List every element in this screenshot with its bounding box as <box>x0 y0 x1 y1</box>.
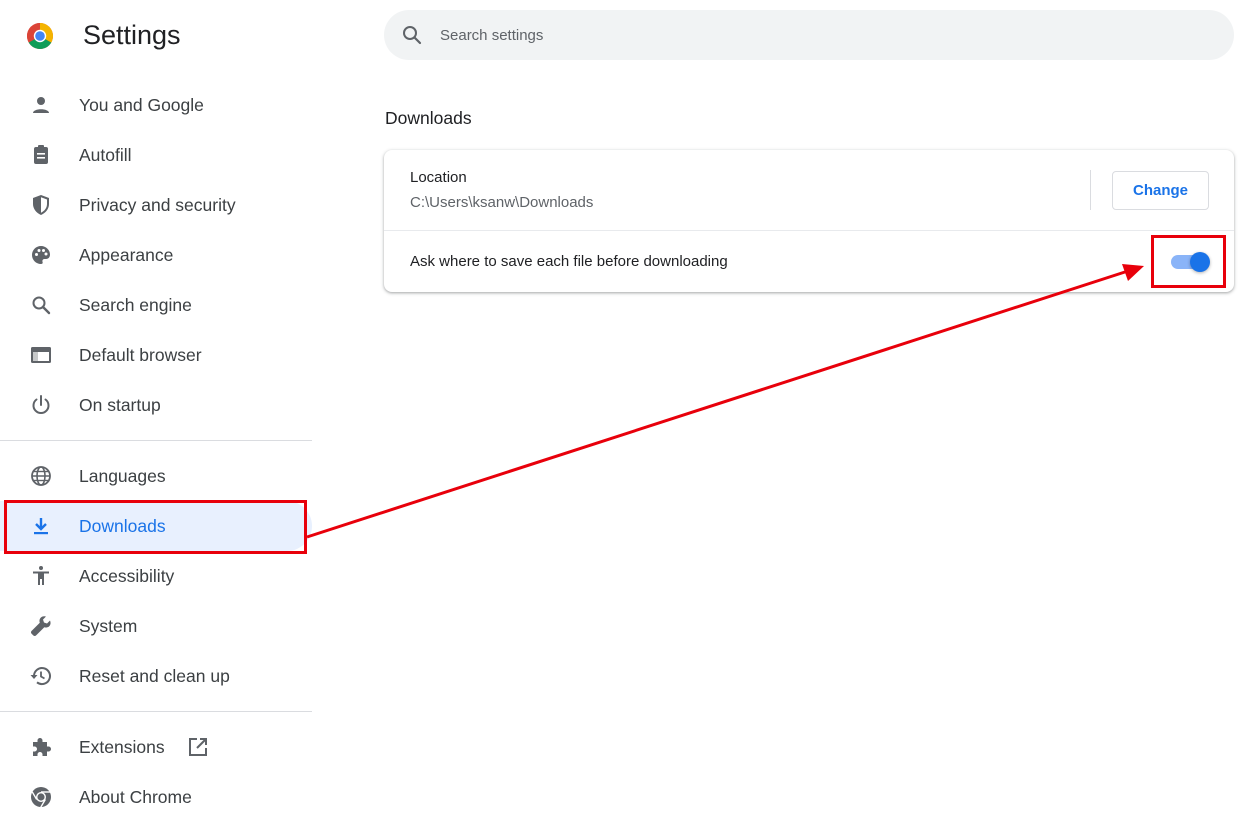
location-path: C:\Users\ksanw\Downloads <box>410 194 594 211</box>
history-icon <box>30 667 51 686</box>
power-icon <box>32 395 50 414</box>
sidebar-item-label: Downloads <box>79 516 166 536</box>
sidebar-item-languages[interactable]: Languages <box>0 451 312 501</box>
toggle-knob <box>1190 252 1210 272</box>
main-content: Downloads Location C:\Users\ksanw\Downlo… <box>384 100 1235 292</box>
download-icon <box>34 518 48 535</box>
sidebar-item-label: Languages <box>79 466 166 486</box>
sidebar-item-autofill[interactable]: Autofill <box>0 130 312 180</box>
chrome-logo-icon <box>26 23 54 50</box>
separator <box>1090 170 1091 210</box>
puzzle-icon <box>33 738 51 756</box>
globe-icon <box>31 466 51 486</box>
sidebar-item-system[interactable]: System <box>0 601 312 651</box>
sidebar-item-label: Extensions <box>79 737 165 757</box>
downloads-card: Location C:\Users\ksanw\Downloads Change… <box>384 150 1234 292</box>
ask-where-to-save-toggle[interactable] <box>1171 252 1210 272</box>
search-icon <box>32 296 51 315</box>
sidebar-item-label: Default browser <box>79 345 202 365</box>
sidebar-item-label: Accessibility <box>79 566 175 586</box>
sidebar-item-you-and-google[interactable]: You and Google <box>0 80 312 130</box>
ask-where-to-save-row[interactable]: Ask where to save each file before downl… <box>384 231 1234 292</box>
page-title: Settings <box>83 20 181 50</box>
sidebar-item-accessibility[interactable]: Accessibility <box>0 551 312 601</box>
sidebar-item-label: Appearance <box>79 245 174 265</box>
sidebar-item-label: Autofill <box>79 145 132 165</box>
location-label: Location <box>410 169 467 186</box>
sidebar-item-about-chrome[interactable]: About Chrome <box>0 772 312 822</box>
sidebar-item-label: Privacy and security <box>79 195 236 215</box>
sidebar-item-appearance[interactable]: Appearance <box>0 230 312 280</box>
browser-window-icon <box>31 347 51 363</box>
palette-icon <box>32 246 50 264</box>
sidebar-divider <box>0 711 312 712</box>
search-input[interactable] <box>440 10 1200 60</box>
sidebar-item-label: Search engine <box>79 295 192 315</box>
sidebar-item-label: System <box>79 616 138 636</box>
clipboard-icon <box>34 145 48 164</box>
sidebar-item-label: About Chrome <box>79 787 192 807</box>
sidebar-item-reset[interactable]: Reset and clean up <box>0 651 312 701</box>
search-icon <box>403 26 422 45</box>
person-icon <box>33 97 49 113</box>
sidebar-item-default-browser[interactable]: Default browser <box>0 330 312 380</box>
sidebar-item-downloads[interactable]: Downloads <box>0 501 312 551</box>
chrome-icon <box>31 787 51 808</box>
sidebar-item-on-startup[interactable]: On startup <box>0 380 312 430</box>
search-bar[interactable] <box>384 10 1234 60</box>
sidebar-item-search-engine[interactable]: Search engine <box>0 280 312 330</box>
sidebar: You and Google Autofill Privacy and secu… <box>0 80 312 822</box>
accessibility-icon <box>33 566 49 585</box>
sidebar-item-label: Reset and clean up <box>79 666 230 686</box>
shield-icon <box>33 195 49 215</box>
section-title: Downloads <box>385 108 472 128</box>
sidebar-item-label: You and Google <box>79 95 204 115</box>
open-in-new-icon[interactable] <box>186 735 210 759</box>
sidebar-item-privacy[interactable]: Privacy and security <box>0 180 312 230</box>
wrench-icon <box>30 616 51 637</box>
sidebar-divider <box>0 440 312 441</box>
sidebar-item-label: On startup <box>79 395 161 415</box>
location-row: Location C:\Users\ksanw\Downloads Change <box>384 150 1234 231</box>
sidebar-item-extensions[interactable]: Extensions <box>0 722 312 772</box>
ask-where-to-save-label: Ask where to save each file before downl… <box>410 253 728 270</box>
change-location-button[interactable]: Change <box>1112 171 1209 210</box>
header: Settings <box>0 0 1243 70</box>
